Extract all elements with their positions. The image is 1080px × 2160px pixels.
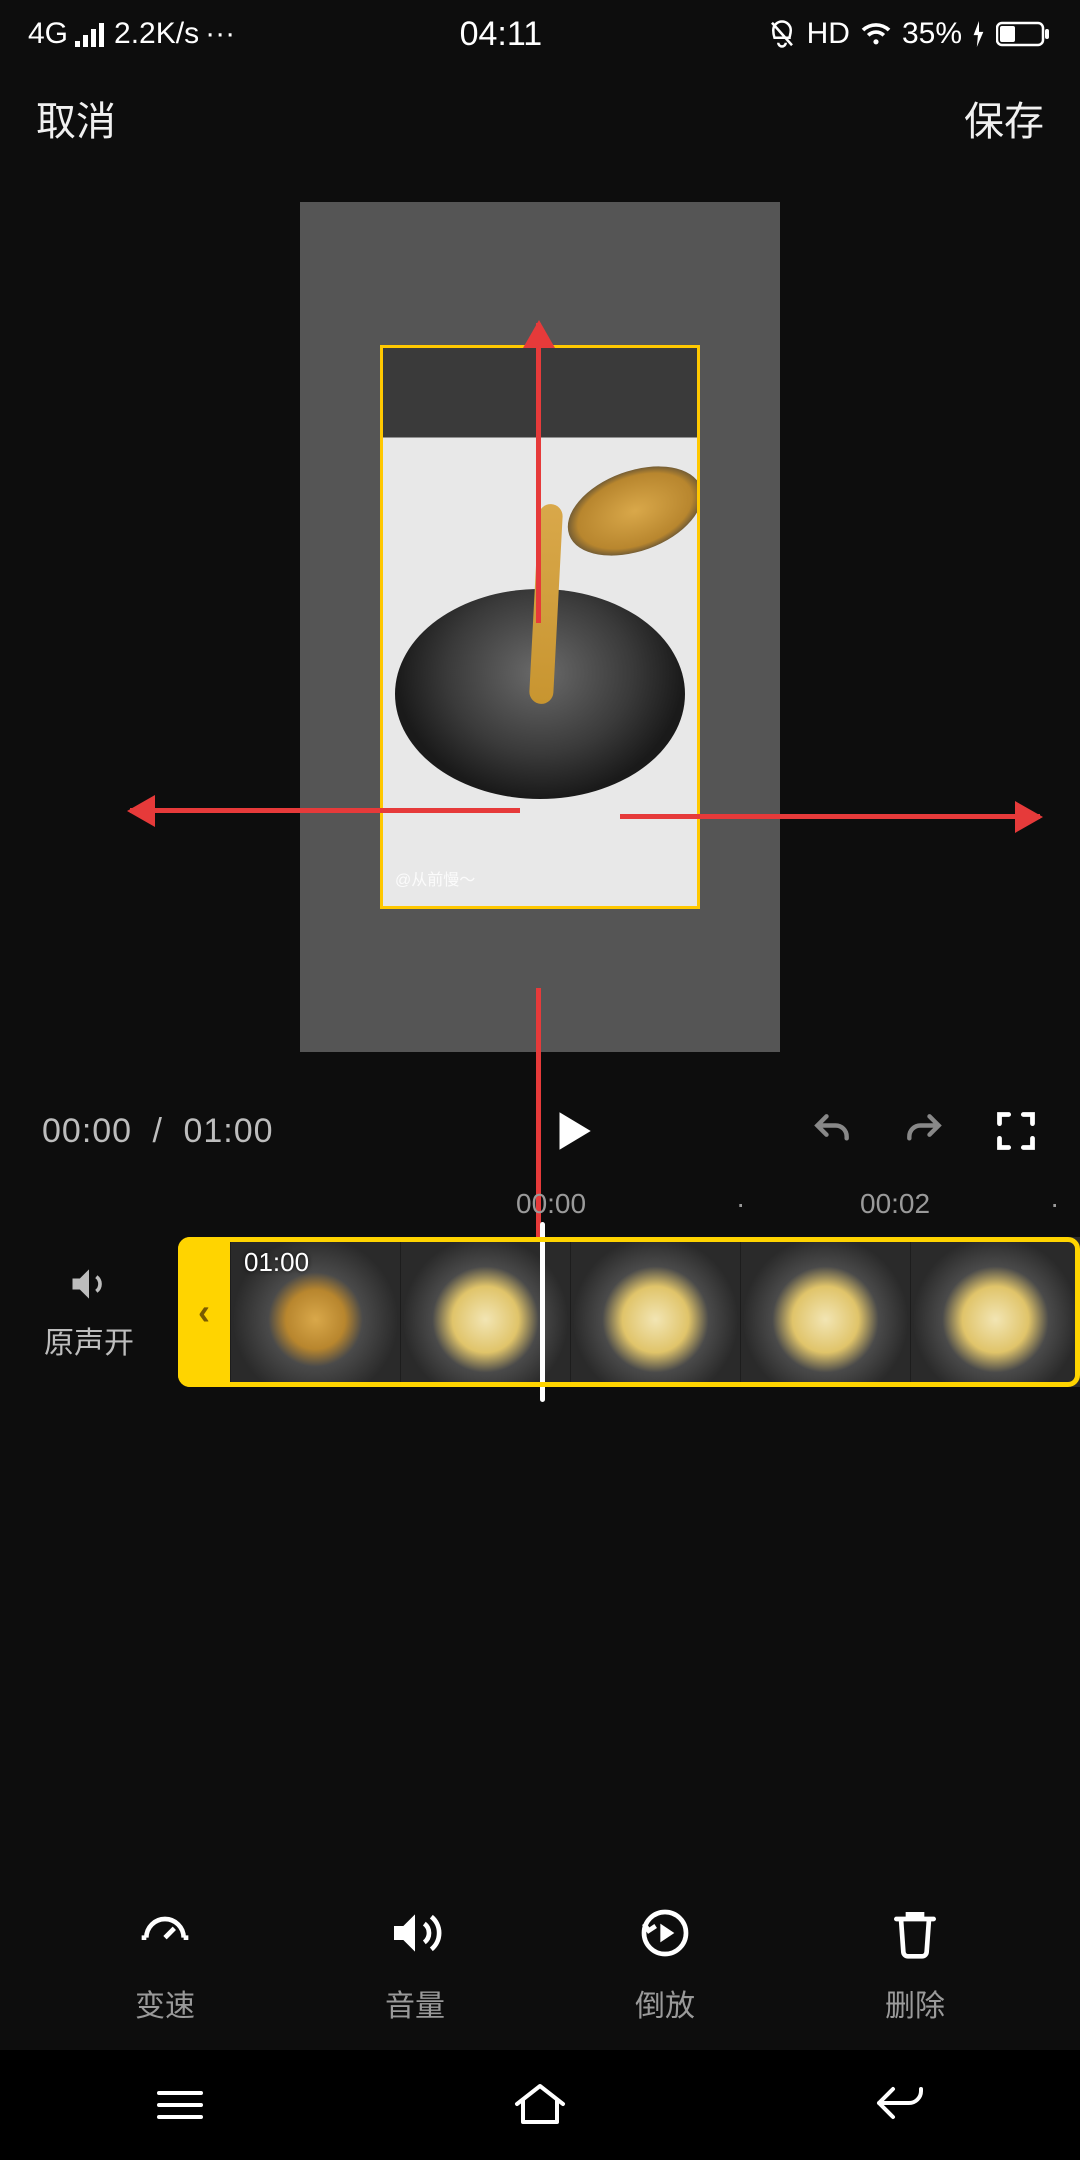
hd-label: HD [807, 17, 850, 51]
network-label: 4G [28, 17, 68, 51]
cancel-button[interactable]: 取消 [36, 89, 116, 147]
system-nav-bar [0, 2050, 1080, 2160]
wifi-icon [860, 21, 892, 47]
undo-button[interactable] [810, 1109, 854, 1153]
video-watermark: @从前慢～ [395, 866, 475, 890]
menu-icon [151, 2083, 209, 2123]
status-left: 4G 2.2K/s ··· [28, 17, 235, 51]
charging-icon [972, 21, 986, 47]
nav-menu-button[interactable] [151, 2083, 209, 2128]
play-button[interactable] [547, 1106, 597, 1156]
nav-back-button[interactable] [871, 2081, 929, 2130]
delete-button[interactable]: 删除 [885, 1905, 945, 2025]
more-dots: ··· [205, 17, 235, 51]
reverse-button[interactable]: 倒放 [635, 1905, 695, 2025]
playhead[interactable] [540, 1222, 545, 1402]
clip-left-handle[interactable]: ‹ [178, 1237, 230, 1387]
clip-duration-label: 01:00 [244, 1247, 309, 1278]
clip-thumbnails[interactable]: 01:00 [230, 1237, 1080, 1387]
home-icon [511, 2080, 569, 2126]
annotation-arrow-left [130, 808, 520, 813]
speed-icon [137, 1905, 193, 1961]
tick-label: 00:02 [860, 1188, 930, 1220]
trash-icon [887, 1905, 943, 1961]
volume-button[interactable]: 音量 [385, 1905, 445, 2025]
status-right: HD 35% [767, 17, 1050, 51]
status-bar: 4G 2.2K/s ··· 04:11 HD 35% [0, 0, 1080, 68]
original-audio-toggle[interactable]: 原声开 [0, 1262, 178, 1362]
speaker-icon [67, 1262, 111, 1306]
net-speed: 2.2K/s [114, 17, 199, 51]
audio-label: 原声开 [44, 1318, 134, 1362]
reverse-icon [637, 1905, 693, 1961]
battery-icon [996, 20, 1050, 48]
nav-home-button[interactable] [511, 2080, 569, 2131]
redo-button[interactable] [902, 1109, 946, 1153]
playback-time: 00:00 / 01:00 [42, 1112, 274, 1151]
back-icon [871, 2081, 929, 2125]
signal-icon [74, 21, 108, 47]
save-button[interactable]: 保存 [964, 89, 1044, 147]
timeline-track[interactable]: 原声开 ‹ 01:00 [0, 1232, 1080, 1392]
bottom-toolbar: 变速 音量 倒放 删除 [0, 1880, 1080, 2050]
fullscreen-button[interactable] [994, 1109, 1038, 1153]
top-bar: 取消 保存 [0, 68, 1080, 168]
tick-dot: · [736, 1188, 745, 1220]
mute-icon [767, 19, 797, 49]
speed-button[interactable]: 变速 [135, 1905, 195, 2025]
annotation-arrow-right [620, 814, 1040, 819]
tick-label: 00:00 [516, 1188, 586, 1220]
battery-pct: 35% [902, 17, 962, 51]
status-time: 04:11 [460, 15, 543, 54]
annotation-arrow-up [536, 323, 541, 623]
tick-dot: · [1050, 1188, 1059, 1220]
volume-icon [387, 1905, 443, 1961]
video-preview[interactable]: @从前慢～ [0, 168, 1080, 1086]
